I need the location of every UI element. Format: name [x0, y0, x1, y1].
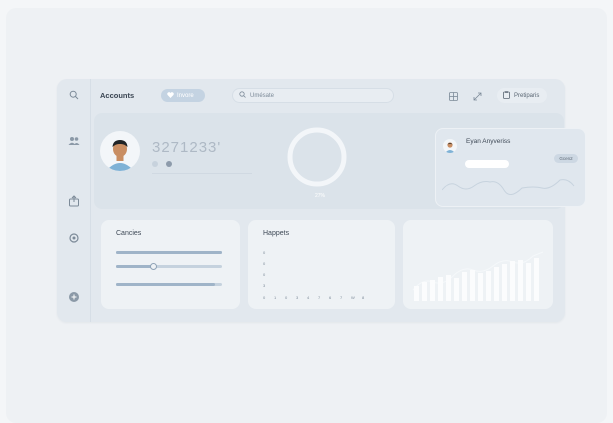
slider-fill [116, 265, 154, 268]
chart-bar [526, 263, 531, 301]
clipboard-icon [503, 90, 510, 101]
happets-card: Happets 0 0 0 3 0 1 0 3 4 7 6 7 W 8 [248, 220, 395, 309]
x-tick: W [351, 295, 355, 300]
chart-bar [438, 277, 443, 301]
account-summary-panel: 3271233' 27% Eyan Anyveriss Gcen2 [94, 113, 586, 209]
upload-icon[interactable] [67, 194, 81, 208]
y-tick: 3 [263, 283, 266, 288]
progress-ring [287, 127, 347, 187]
cancies-card: Cancies [101, 220, 240, 309]
x-tick: 4 [307, 295, 310, 300]
profile-sparkline [442, 179, 575, 195]
slider-fill [116, 251, 222, 254]
chart-bar [414, 286, 419, 301]
chart-bar [422, 282, 427, 301]
chart-bar [494, 267, 499, 301]
x-tick: 8 [362, 295, 365, 300]
profile-field [465, 160, 509, 168]
x-tick: 7 [340, 295, 343, 300]
x-tick: 1 [274, 295, 277, 300]
chart-bar [470, 270, 475, 301]
cancies-slider-1[interactable] [116, 251, 222, 254]
chart-bar [462, 272, 467, 301]
sync-icon[interactable] [67, 231, 81, 245]
expand-icon[interactable] [471, 90, 483, 102]
search-input[interactable]: Umésate [232, 88, 394, 103]
cancies-slider-2[interactable] [116, 263, 222, 270]
sidebar [57, 79, 91, 322]
pill-label: Invore [177, 92, 194, 99]
chart-bar [518, 260, 523, 301]
chart-bar [486, 271, 491, 301]
pretiparis-button[interactable]: Pretiparis [497, 88, 547, 103]
x-tick: 3 [296, 295, 299, 300]
chart-bar [510, 261, 515, 301]
profile-badge[interactable]: Gcen2 [554, 154, 578, 163]
y-tick: 0 [263, 250, 266, 255]
search-placeholder: Umésate [250, 92, 275, 99]
add-icon[interactable] [67, 290, 81, 304]
search-icon [239, 91, 246, 100]
x-tick: 6 [329, 295, 332, 300]
chart-bar [430, 280, 435, 301]
cancies-slider-3[interactable] [116, 283, 222, 286]
invore-pill-button[interactable]: Invore [161, 89, 205, 102]
chart-bar [454, 278, 459, 301]
chart-bar [502, 264, 507, 301]
search-icon[interactable] [67, 88, 81, 102]
grid-icon[interactable] [447, 90, 459, 102]
y-tick: 0 [263, 272, 266, 277]
profile-card[interactable]: Eyan Anyveriss Gcen2 [435, 128, 586, 207]
app-window: Accounts Invore Umésate Pretiparis 32712… [57, 79, 586, 322]
y-tick: 0 [263, 261, 266, 266]
page-title: Accounts [100, 91, 135, 100]
account-balance: 3271233' [152, 139, 222, 156]
profile-avatar [443, 139, 457, 153]
info-icon [166, 161, 172, 167]
users-icon[interactable] [67, 134, 81, 148]
chart-bar [534, 258, 539, 301]
ring-label: 27% [314, 193, 325, 199]
bar-chart-card [403, 220, 553, 309]
check-icon [152, 161, 158, 167]
cancies-title: Cancies [116, 230, 142, 237]
x-tick: 0 [285, 295, 288, 300]
x-tick: 0 [263, 295, 266, 300]
happets-title: Happets [263, 230, 290, 237]
chart-bar [446, 275, 451, 301]
pretiparis-label: Pretiparis [514, 92, 540, 99]
bar-chart [412, 251, 544, 301]
heart-icon [167, 91, 174, 100]
avatar[interactable] [100, 131, 140, 171]
balance-meta [152, 161, 176, 167]
slider-knob[interactable] [149, 263, 157, 270]
x-tick: 7 [318, 295, 321, 300]
divider [152, 173, 252, 174]
profile-name: Eyan Anyveriss [466, 138, 511, 145]
slider-fill [116, 283, 215, 286]
chart-bar [478, 273, 483, 301]
top-bar: Accounts Invore Umésate Pretiparis [91, 79, 565, 113]
